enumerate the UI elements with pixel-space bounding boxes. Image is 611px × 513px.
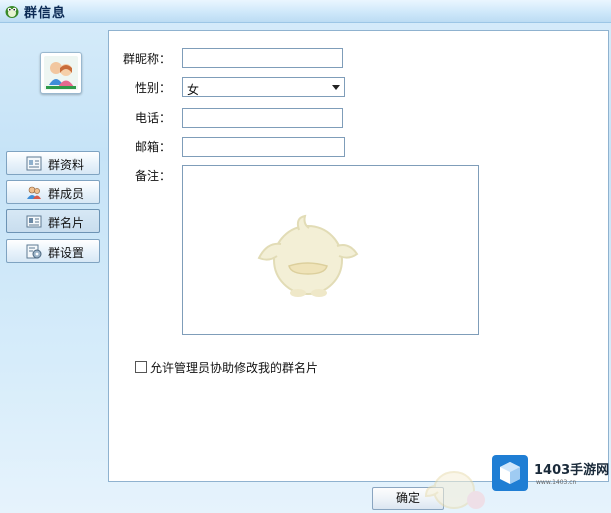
nav-group-settings-label: 群设置 [48,246,85,260]
group-avatar-icon [44,56,78,90]
notes-label: 备注： [135,169,172,183]
group-members-icon [27,186,41,199]
nav-group-members-label: 群成员 [48,187,85,201]
email-input[interactable] [182,137,345,157]
group-card-icon [26,215,42,228]
group-card-panel: 群昵称： 性别： 女 电话： 邮箱： 备注： 允许管理员协助修改我的群名片 [108,30,609,482]
phone-input[interactable] [182,108,343,128]
penguin-logo-icon [5,6,19,18]
allow-admin-checkbox[interactable] [135,361,147,373]
site-watermark-url: www.1403.cn [536,479,577,486]
nickname-input[interactable] [182,48,343,68]
chevron-down-icon [332,85,340,90]
nav-group-card-button[interactable]: 群名片 [6,209,100,233]
email-label: 邮箱： [135,140,172,154]
mascot-watermark-icon [424,471,485,509]
nav-group-settings-button[interactable]: 群设置 [6,239,100,263]
nickname-label: 群昵称： [123,52,172,66]
window-title: 群信息 [24,6,67,21]
gender-select-value: 女 [187,83,200,97]
group-info-icon [26,156,42,171]
nav-group-info-button[interactable]: 群资料 [6,151,100,175]
mascot-watermark-icon [257,214,359,297]
gender-select[interactable]: 女 [182,77,345,97]
site-watermark-title: 1403手游网 [534,463,610,478]
group-avatar[interactable] [40,52,82,94]
nav-group-info-label: 群资料 [48,158,85,172]
nav-group-members-button[interactable]: 群成员 [6,180,100,204]
gender-label: 性别： [135,81,172,95]
nav-group-card-label: 群名片 [48,216,85,230]
group-settings-icon [26,244,42,259]
phone-label: 电话： [135,111,172,125]
site-watermark: 1403手游网 www.1403.cn [492,455,609,497]
site-logo-icon [492,455,528,491]
allow-admin-label: 允许管理员协助修改我的群名片 [150,361,319,375]
notes-textarea[interactable] [182,165,479,335]
title-bar[interactable]: 群信息 [0,0,611,23]
